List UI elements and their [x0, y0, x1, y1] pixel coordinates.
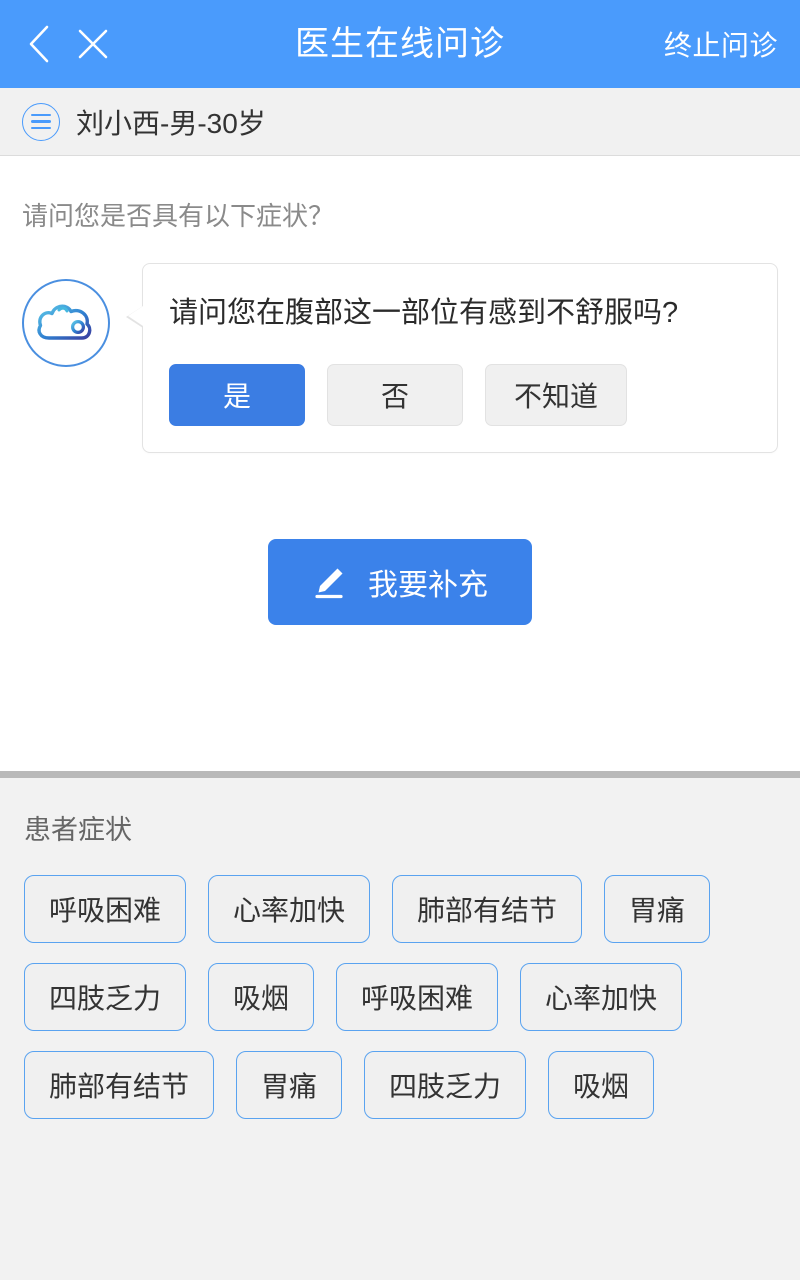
hamburger-menu-icon[interactable]	[22, 102, 60, 141]
add-supplement-button[interactable]: 我要补充	[268, 538, 532, 625]
message-bubble-wrapper: 请问您在腹部这一部位有感到不舒服吗? 是 否 不知道	[126, 263, 778, 453]
supplement-button-wrapper: 我要补充	[22, 538, 778, 625]
symptom-tag[interactable]: 吸烟	[208, 963, 315, 1031]
close-icon[interactable]	[76, 27, 110, 61]
patient-info-bar: 刘小西-男-30岁	[0, 88, 800, 156]
section-divider	[0, 771, 800, 778]
symptom-tag[interactable]: 肺部有结节	[24, 1051, 215, 1119]
answer-option-unknown[interactable]: 不知道	[485, 363, 628, 426]
symptom-tag[interactable]: 胃痛	[604, 875, 711, 943]
symptom-tag[interactable]: 胃痛	[236, 1051, 343, 1119]
patient-info-label: 刘小西-男-30岁	[76, 107, 266, 139]
top-bar: 医生在线问诊 终止问诊	[0, 0, 800, 88]
question-text: 请问您在腹部这一部位有感到不舒服吗?	[169, 297, 679, 329]
end-consultation-button[interactable]: 终止问诊	[664, 24, 778, 64]
patient-symptoms-panel: 患者症状 呼吸困难 心率加快 肺部有结节 胃痛 四肢乏力 吸烟 呼吸困难 心率加…	[0, 778, 800, 1280]
pencil-edit-icon	[312, 565, 346, 599]
symptom-tag[interactable]: 吸烟	[548, 1051, 655, 1119]
symptom-tag[interactable]: 心率加快	[520, 963, 683, 1031]
symptoms-panel-title: 患者症状	[24, 815, 132, 845]
clinic-cloud-logo-icon	[22, 279, 110, 367]
consultation-screen: 医生在线问诊 终止问诊 刘小西-男-30岁 请问您是否具有以下症状？ 请问您在腹…	[0, 0, 800, 1280]
symptom-tag[interactable]: 呼吸困难	[336, 963, 499, 1031]
symptom-tag[interactable]: 肺部有结节	[392, 875, 583, 943]
symptom-tag[interactable]: 呼吸困难	[24, 875, 187, 943]
chevron-left-icon[interactable]	[22, 25, 56, 63]
symptom-tag-list: 呼吸困难 心率加快 肺部有结节 胃痛 四肢乏力 吸烟 呼吸困难 心率加快 肺部有…	[24, 875, 776, 1119]
symptom-prompt-text: 请问您是否具有以下症状？	[22, 201, 335, 231]
supplement-button-label: 我要补充	[368, 568, 488, 602]
top-bar-left-controls	[22, 25, 110, 63]
symptom-tag[interactable]: 四肢乏力	[364, 1051, 527, 1119]
answer-options: 是 否 不知道	[169, 363, 751, 426]
answer-option-no[interactable]: 否	[327, 363, 463, 426]
answer-option-yes[interactable]: 是	[169, 363, 305, 426]
doctor-message-row: 请问您在腹部这一部位有感到不舒服吗? 是 否 不知道	[22, 263, 778, 453]
symptom-tag[interactable]: 心率加快	[208, 875, 371, 943]
symptom-tag[interactable]: 四肢乏力	[24, 963, 187, 1031]
doctor-question-bubble: 请问您在腹部这一部位有感到不舒服吗? 是 否 不知道	[126, 263, 778, 453]
chat-area: 请问您是否具有以下症状？ 请问您在腹部这一部位有感到不舒服吗? 是 否 不知道 …	[0, 156, 800, 771]
